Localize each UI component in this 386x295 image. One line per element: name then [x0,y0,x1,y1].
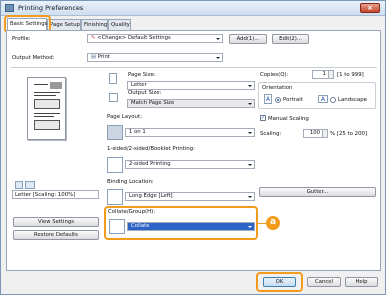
chevron-down-icon [248,103,252,105]
chevron-down-icon [248,132,252,134]
spinner-arrows-icon[interactable] [328,71,333,78]
portrait-label: Portrait [283,97,303,103]
printer-icon [5,4,14,12]
divider [11,67,377,68]
page-preview [27,77,66,140]
settings-view-icon[interactable] [25,181,35,189]
close-button[interactable]: × [360,3,380,13]
two-sided-icon [107,157,123,173]
landscape-icon: A [318,95,328,103]
page-layout-label: Page Layout: [107,114,142,120]
layout-view-icon[interactable] [15,181,23,189]
output-size-label: Output Size: [128,90,162,96]
manual-scaling-label: Manual Scaling [268,116,309,122]
profile-value: <Change> Default Settings [97,35,171,41]
chevron-down-icon [248,196,252,198]
copies-range: [1 to 999] [337,72,364,78]
portrait-radio[interactable] [275,97,281,103]
scaling-spinner[interactable]: 100 [303,129,328,138]
booklet-value: 2-sided Printing [129,161,171,167]
portrait-icon: A [264,94,272,104]
page-size-label: Page Size: [128,72,156,78]
page-layout-value: 1 on 1 [129,129,146,135]
copies-spinner[interactable]: 1 [312,70,334,79]
output-size-dropdown[interactable]: Match Page Size [127,99,255,108]
window-title: Printing Preferences [18,4,84,12]
gutter-button[interactable]: Gutter... [259,187,376,197]
copies-value: 1 [322,71,326,77]
booklet-label: 1-sided/2-sided/Booklet Printing: [107,146,195,152]
printer-icon: ▤ [91,54,98,60]
tab-finishing[interactable]: Finishing [81,19,108,30]
collate-highlight-frame [104,206,258,240]
title-bar: Printing Preferences × [1,1,385,16]
chevron-down-icon [216,38,220,40]
page-layout-icon [107,125,123,140]
profile-dropdown[interactable]: ✎ <Change> Default Settings [87,34,223,43]
edit-profile-button[interactable]: Edit(2)... [272,34,309,44]
scaling-summary: Letter [Scaling: 100%] [12,190,99,199]
spinner-arrows-icon[interactable] [322,130,327,137]
restore-defaults-button[interactable]: Restore Defaults [13,230,99,240]
page-size-dropdown[interactable]: Letter [127,81,255,90]
cancel-button[interactable]: Cancel [307,277,341,287]
tab-quality[interactable]: Quality [108,19,131,30]
output-size-value: Match Page Size [131,100,175,106]
chevron-down-icon [248,164,252,166]
view-settings-button[interactable]: View Settings [13,217,99,227]
copies-label: Copies(Q): [260,72,289,78]
output-size-icon [109,93,118,102]
chevron-down-icon [216,57,220,59]
help-button[interactable]: Help [345,277,378,287]
booklet-dropdown[interactable]: 2-sided Printing [125,160,255,169]
orientation-label: Orientation [262,85,293,91]
profile-label: Profile: [12,36,31,42]
output-method-value: Print [97,54,110,60]
landscape-label: Landscape [338,97,367,103]
callout-badge: a [266,216,280,230]
page-size-value: Letter [131,82,147,88]
landscape-radio[interactable] [330,97,336,103]
scaling-value: 100 [309,130,320,136]
binding-icon [107,189,123,205]
add-profile-button[interactable]: Add(1)... [229,34,267,44]
chevron-down-icon [248,85,252,87]
callout-leader [256,223,266,224]
page-size-icon [109,73,117,84]
scaling-range: % [25 to 200] [330,131,368,137]
binding-value: Long Edge [Left] [129,193,173,199]
printing-preferences-window: Printing Preferences × Basic Settings Pa… [0,0,386,295]
ok-highlight-frame [256,272,303,292]
manual-scaling-checkbox[interactable]: ✓ [260,115,266,121]
output-method-dropdown[interactable]: ▤ Print [87,53,223,62]
tab-page-setup[interactable]: Page Setup [47,19,81,30]
binding-label: Binding Location: [107,179,154,185]
output-method-label: Output Method: [12,55,55,61]
page-layout-dropdown[interactable]: 1 on 1 [125,128,255,137]
binding-dropdown[interactable]: Long Edge [Left] [125,192,255,201]
scaling-label: Scaling: [260,131,282,137]
